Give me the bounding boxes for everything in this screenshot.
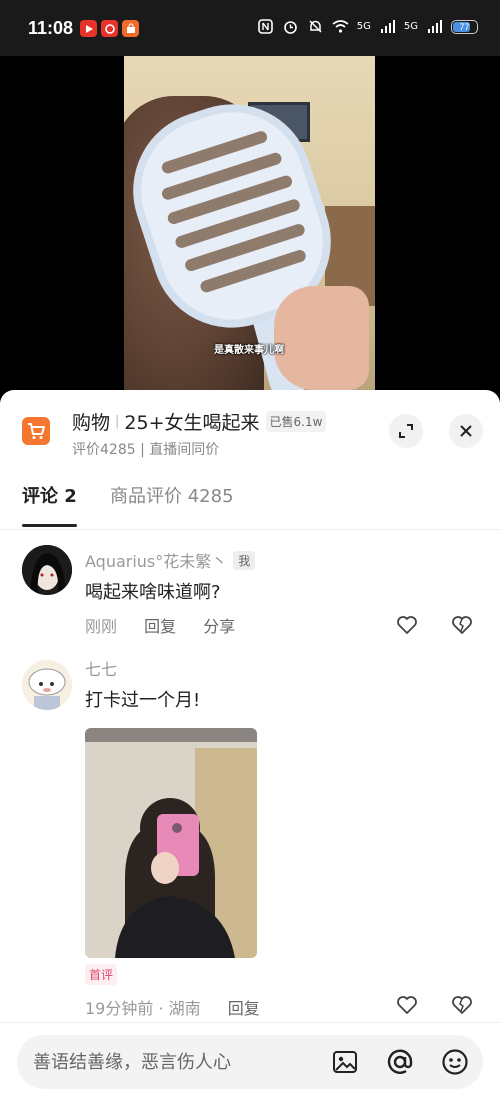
expand-button[interactable] xyxy=(389,414,423,448)
broken-heart-icon xyxy=(452,996,472,1014)
at-icon xyxy=(387,1049,413,1074)
broken-heart-icon xyxy=(452,616,472,634)
video-player[interactable]: 是真散来事儿啊 xyxy=(124,56,375,390)
cart-icon[interactable] xyxy=(22,417,50,445)
emoji-button[interactable] xyxy=(441,1048,469,1076)
me-tag: 我 xyxy=(233,550,256,570)
product-comments-sheet: 购物 | 25+女生喝起来 已售6.1w 评价4285 | 直播间同价 评论 2… xyxy=(0,390,500,1100)
video-area[interactable]: 是真散来事儿啊 xyxy=(0,56,500,390)
comment-time: 19分钟前 · 湖南 xyxy=(85,999,201,1018)
reply-button[interactable]: 回复 xyxy=(144,617,176,636)
comment-input-bar xyxy=(0,1022,500,1100)
reply-button[interactable]: 回复 xyxy=(228,999,260,1018)
like-button[interactable] xyxy=(394,992,420,1018)
comment-input-container[interactable] xyxy=(17,1035,483,1089)
nfc-icon xyxy=(257,19,273,34)
youtube-app-icon xyxy=(80,20,97,37)
video-hand xyxy=(274,286,369,390)
comment-author[interactable]: 七七 xyxy=(85,656,117,680)
sold-count-badge: 已售6.1w xyxy=(265,411,327,432)
comment-text[interactable]: 喝起来啥味道啊? xyxy=(85,578,221,604)
comment-input[interactable] xyxy=(33,1035,323,1089)
product-subtitle: 评价4285 | 直播间同价 xyxy=(72,442,220,458)
dislike-button[interactable] xyxy=(449,612,475,638)
image-icon xyxy=(333,1051,357,1073)
alarm-icon xyxy=(283,21,297,34)
tab-comments[interactable]: 评论 2 xyxy=(22,482,77,527)
comment-text[interactable]: 打卡过一个月! xyxy=(85,686,200,712)
product-category: 购物 xyxy=(72,412,111,434)
notification-icons xyxy=(80,20,139,37)
product-title: 25+女生喝起来 xyxy=(124,412,260,434)
do-not-disturb-icon xyxy=(309,20,322,33)
comment-meta: 刚刚 回复 分享 xyxy=(85,613,235,637)
expand-icon xyxy=(399,424,413,438)
network-label-1: 5G xyxy=(356,21,371,32)
video-caption: 是真散来事儿啊 xyxy=(214,345,284,356)
avatar[interactable] xyxy=(22,545,72,595)
product-title-row[interactable]: 购物 | 25+女生喝起来 已售6.1w xyxy=(72,408,327,435)
mention-button[interactable] xyxy=(386,1048,414,1076)
tab-product-reviews[interactable]: 商品评价 4285 xyxy=(110,482,234,508)
comment-author-name: Aquarius°花未繁丶 xyxy=(85,552,228,571)
tab-bar: 评论 2 商品评价 4285 xyxy=(0,482,500,530)
status-bar: 11:08 5G 5G 77 xyxy=(0,0,500,56)
comment-author-name: 七七 xyxy=(85,660,118,679)
title-separator: | xyxy=(115,414,120,429)
dislike-button[interactable] xyxy=(449,992,475,1018)
close-icon xyxy=(460,425,472,437)
comment-meta: 19分钟前 · 湖南 回复 xyxy=(85,995,260,1019)
shopping-app-icon xyxy=(122,20,139,37)
first-review-badge: 首评 xyxy=(85,964,118,985)
comment-author[interactable]: Aquarius°花未繁丶 我 xyxy=(85,548,256,572)
comment-time: 刚刚 xyxy=(85,617,118,636)
like-button[interactable] xyxy=(394,612,420,638)
network-label-2: 5G xyxy=(403,21,418,32)
heart-icon xyxy=(397,616,417,634)
wifi-icon xyxy=(332,20,349,33)
status-right: 5G 5G 77 xyxy=(257,18,478,35)
emoji-icon xyxy=(442,1049,468,1075)
signal-icon xyxy=(380,20,395,33)
close-button[interactable] xyxy=(449,414,483,448)
battery-level: 77 xyxy=(459,21,470,32)
netease-app-icon xyxy=(101,20,118,37)
avatar[interactable] xyxy=(22,660,72,710)
heart-icon xyxy=(397,996,417,1014)
comment-photo[interactable] xyxy=(85,728,257,958)
signal-icon xyxy=(428,20,442,33)
share-button[interactable]: 分享 xyxy=(203,617,235,636)
image-button[interactable] xyxy=(331,1048,359,1076)
status-time: 11:08 xyxy=(28,18,74,38)
battery-indicator: 77 xyxy=(451,19,478,34)
